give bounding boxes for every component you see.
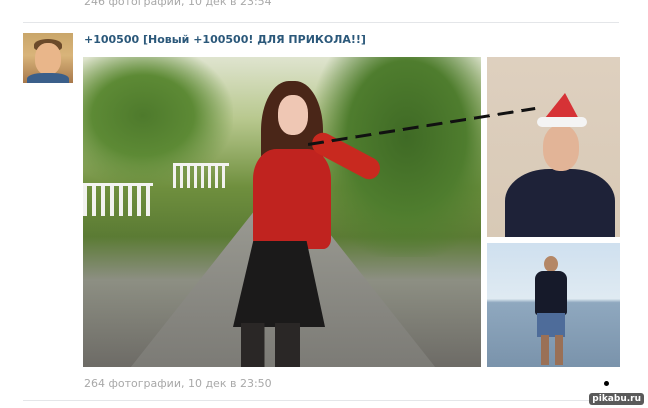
side-photo-bottom[interactable] (487, 243, 620, 367)
side-photo-top[interactable] (487, 57, 620, 237)
side-photo-top-body (505, 169, 615, 237)
post-divider-top (23, 22, 619, 23)
side-photo-top-face (543, 125, 579, 171)
side-photo-bottom-legs (541, 335, 563, 365)
side-photo-bottom-shorts (537, 313, 565, 337)
santa-hat-band (537, 117, 587, 127)
photo-person-face (278, 95, 308, 135)
side-photo-bottom-body (535, 271, 567, 315)
photo-fence (83, 183, 153, 216)
post-meta: 264 фотографии, 10 дек в 23:50 (84, 377, 272, 390)
main-photo[interactable] (83, 57, 481, 367)
photo-person-legs (241, 323, 303, 367)
avatar-shirt (27, 73, 69, 83)
post-divider-bottom (23, 400, 619, 401)
photo-person-top (253, 149, 331, 249)
dot-mark (604, 381, 609, 386)
post-title-link[interactable]: +100500 [Новый +100500! ДЛЯ ПРИКОЛА!!] (84, 33, 366, 46)
author-avatar[interactable] (23, 33, 73, 83)
watermark: pikabu.ru (589, 393, 644, 405)
previous-post-meta: 246 фотографии, 10 дек в 23:54 (84, 0, 272, 8)
photo-fence-far (173, 163, 229, 188)
avatar-face (35, 43, 61, 75)
side-photo-bottom-head (544, 256, 558, 272)
